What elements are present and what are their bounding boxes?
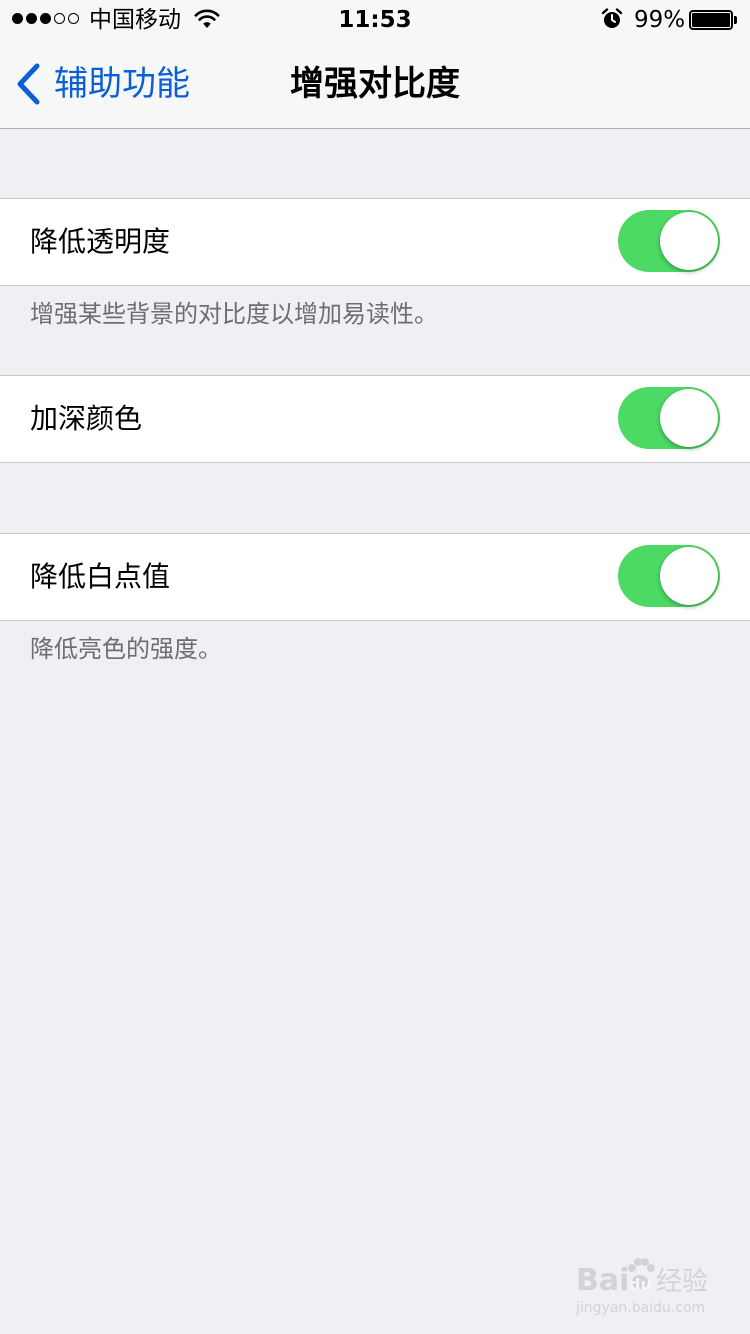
section-footer: 增强某些背景的对比度以增加易读性。 <box>30 300 438 328</box>
toggle-knob <box>660 212 718 270</box>
setting-label: 降低透明度 <box>30 225 171 258</box>
navigation-bar: 辅助功能 增强对比度 <box>0 40 750 129</box>
battery-level <box>692 13 730 27</box>
battery-icon <box>689 10 739 30</box>
setting-label: 加深颜色 <box>30 402 143 435</box>
page-title: 增强对比度 <box>290 64 460 104</box>
toggle-knob <box>660 389 718 447</box>
watermark-cn: 经验 <box>656 1267 708 1297</box>
reduce-transparency-toggle[interactable] <box>618 210 720 272</box>
reduce-white-point-toggle[interactable] <box>618 545 720 607</box>
battery-terminal <box>734 16 737 24</box>
setting-row-reduce-transparency: 降低透明度 <box>0 198 750 286</box>
setting-row-reduce-white-point: 降低白点值 <box>0 533 750 621</box>
watermark-brand-suffix: du <box>629 1275 652 1294</box>
alarm-clock-icon <box>601 8 623 28</box>
watermark-url: jingyan.baidu.com <box>575 1300 705 1316</box>
section-footer: 降低亮色的强度。 <box>30 635 222 663</box>
watermark-brand: Bai <box>576 1263 629 1298</box>
toggle-knob <box>660 547 718 605</box>
status-bar: 中国移动 11:53 99% <box>0 0 750 40</box>
darken-colors-toggle[interactable] <box>618 387 720 449</box>
baidu-jingyan-watermark: Bai du 经验 jingyan.baidu.com <box>575 1258 708 1316</box>
setting-label: 降低白点值 <box>30 560 171 593</box>
setting-row-darken-colors: 加深颜色 <box>0 375 750 463</box>
battery-percentage: 99% <box>634 7 686 33</box>
